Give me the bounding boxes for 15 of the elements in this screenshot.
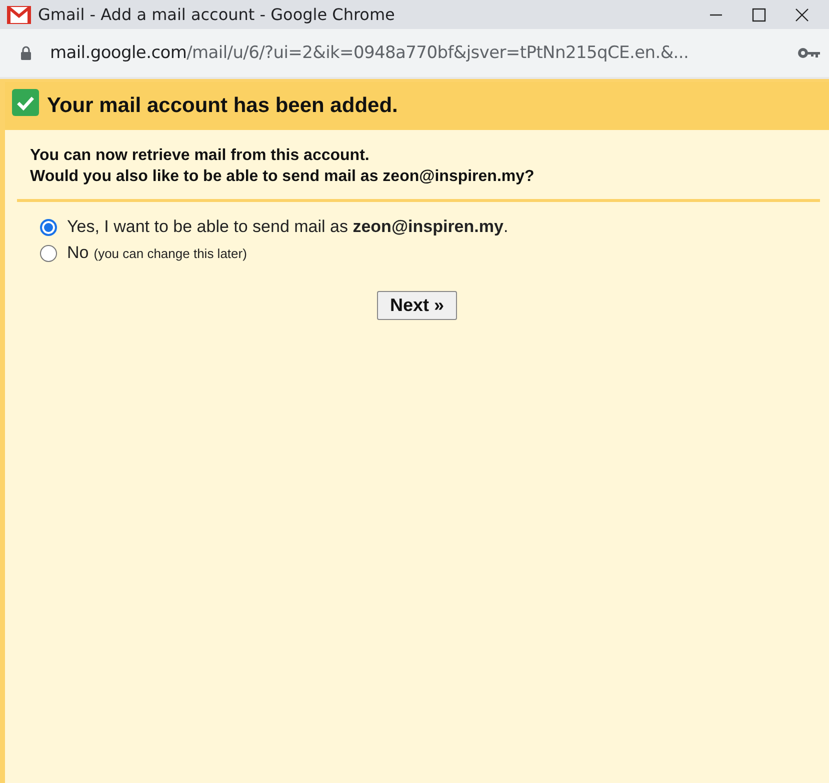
key-icon[interactable]	[797, 47, 821, 59]
radio-button[interactable]	[40, 244, 57, 262]
message-text: You can now retrieve mail from this account.	[30, 146, 370, 166]
close-icon[interactable]	[794, 6, 810, 22]
maximize-icon[interactable]	[751, 6, 767, 22]
checkmark-icon	[12, 88, 39, 116]
radio-button[interactable]	[40, 218, 57, 236]
window-title: Gmail - Add a mail account - Google Chrome	[38, 5, 396, 24]
next-button[interactable]: Next »	[376, 291, 458, 320]
message-text: Would you also like to be able to send mail as zeon@inspiren.my?	[30, 167, 536, 187]
lock-icon	[20, 46, 32, 60]
header-title: Your mail account has been added.	[47, 94, 398, 118]
option-label[interactable]: Yes, I want to be able to send mail as zeon@inspiren.my.	[67, 217, 508, 237]
mail-logo-icon	[7, 6, 31, 24]
option-label[interactable]: No (you can change this later)	[67, 243, 247, 263]
